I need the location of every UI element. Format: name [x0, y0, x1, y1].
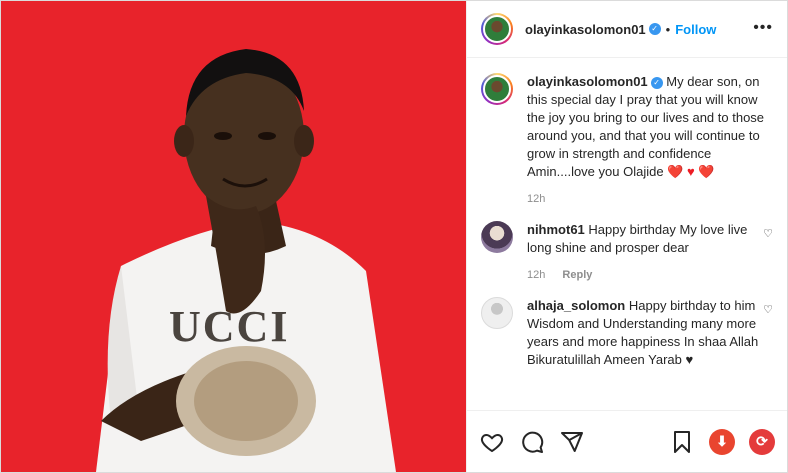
refresh-icon[interactable]: ⟳ — [749, 428, 775, 455]
verified-badge-icon: ✓ — [648, 23, 661, 35]
caption-text: My dear son, on this special day I pray … — [527, 74, 765, 179]
commenter-username[interactable]: alhaja_solomon — [527, 298, 625, 313]
comment-text-block: alhaja_solomon Happy birthday to him Wis… — [527, 297, 765, 369]
author-username[interactable]: olayinkasolomon01 — [525, 22, 646, 37]
instagram-post-window: UCCI olayinkasolomon01 ✓ • Follow ••• ol… — [0, 0, 788, 473]
comment-meta: 12h Reply — [527, 269, 765, 281]
comment-time: 12h — [527, 269, 546, 281]
comments-scroll-area[interactable]: olayinkasolomon01 ✓ My dear son, on this … — [467, 59, 787, 410]
commenter-avatar[interactable] — [481, 297, 513, 329]
commenter-avatar[interactable] — [481, 221, 513, 253]
post-photo[interactable]: UCCI — [1, 1, 466, 472]
caption-avatar[interactable] — [481, 73, 513, 105]
boy-portrait-illustration — [1, 1, 466, 472]
comment-icon[interactable] — [519, 429, 545, 455]
caption-time: 12h — [527, 193, 546, 205]
post-actions-bar: ⬇ ⟳ — [467, 410, 787, 472]
comment-item: alhaja_solomon Happy birthday to him Wis… — [481, 297, 773, 369]
bookmark-icon[interactable] — [669, 429, 695, 455]
post-side-panel: olayinkasolomon01 ✓ • Follow ••• olayink… — [466, 1, 787, 472]
shirt-text: UCCI — [169, 302, 290, 351]
caption: olayinkasolomon01 ✓ My dear son, on this … — [481, 73, 773, 205]
follow-button[interactable]: Follow — [675, 22, 716, 37]
post-header: olayinkasolomon01 ✓ • Follow ••• — [467, 1, 787, 58]
comment-item: nihmot61 Happy birthday My love live lon… — [481, 221, 773, 281]
more-options-icon[interactable]: ••• — [753, 19, 773, 37]
heart-icon[interactable] — [479, 429, 505, 455]
like-comment-heart-icon[interactable]: ♡ — [763, 303, 773, 316]
share-icon[interactable] — [559, 429, 585, 455]
heart-emoji: ♥ — [685, 352, 694, 367]
comment-text-block: nihmot61 Happy birthday My love live lon… — [527, 221, 765, 257]
heart-emoji: ❤️ ♥ ❤️ — [667, 164, 715, 179]
verified-badge-icon: ✓ — [650, 77, 663, 89]
download-icon[interactable]: ⬇ — [709, 428, 735, 455]
reply-button[interactable]: Reply — [562, 269, 592, 281]
separator-dot: • — [665, 21, 671, 37]
caption-username[interactable]: olayinkasolomon01 — [527, 74, 648, 89]
caption-text-block: olayinkasolomon01 ✓ My dear son, on this … — [527, 73, 765, 181]
like-comment-heart-icon[interactable]: ♡ — [763, 227, 773, 240]
commenter-username[interactable]: nihmot61 — [527, 222, 585, 237]
author-avatar[interactable] — [481, 13, 513, 45]
